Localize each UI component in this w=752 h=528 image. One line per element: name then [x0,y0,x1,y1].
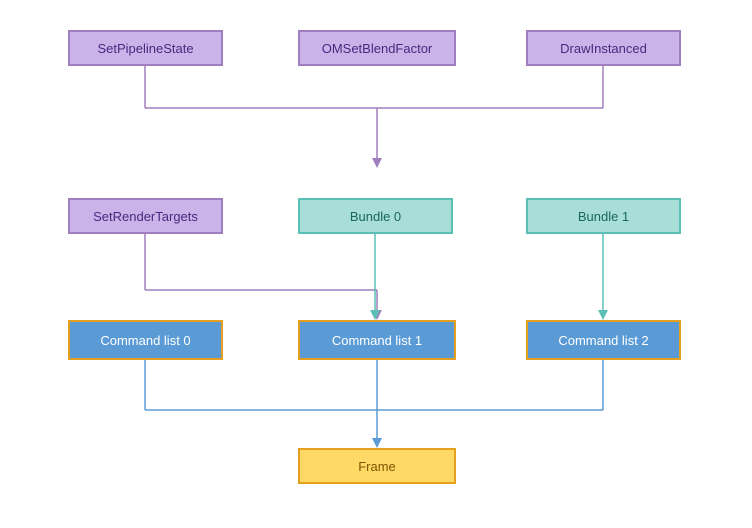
set-pipeline-state-node: SetPipelineState [68,30,223,66]
frame-node: Frame [298,448,456,484]
command-list-0-node: Command list 0 [68,320,223,360]
om-set-blend-factor-node: OMSetBlendFactor [298,30,456,66]
command-list-1-node: Command list 1 [298,320,456,360]
bundle-0-node: Bundle 0 [298,198,453,234]
set-render-targets-node: SetRenderTargets [68,198,223,234]
bundle-1-node: Bundle 1 [526,198,681,234]
command-list-2-node: Command list 2 [526,320,681,360]
draw-instanced-node: DrawInstanced [526,30,681,66]
diagram: SetPipelineState OMSetBlendFactor DrawIn… [0,0,752,528]
